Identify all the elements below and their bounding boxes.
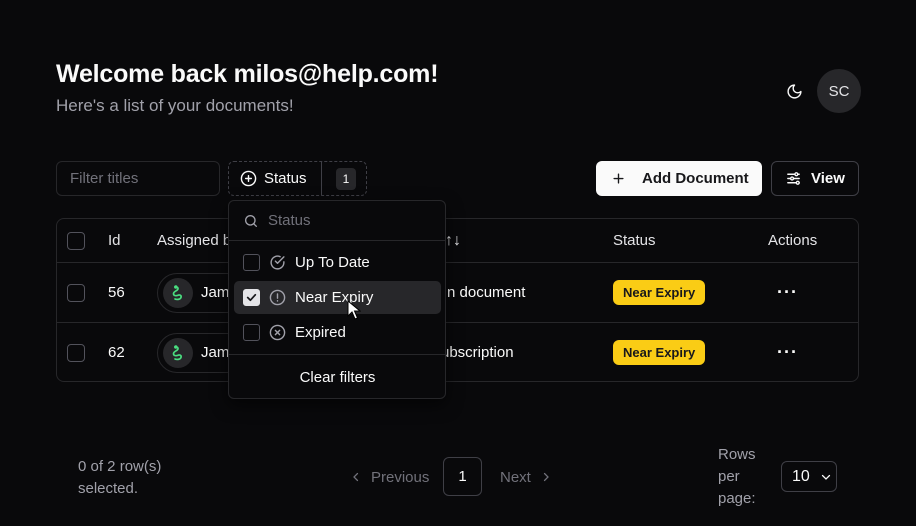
filter-titles-input[interactable]: [56, 161, 220, 196]
status-option-near-expiry[interactable]: Near Expiry: [234, 281, 441, 314]
assignee-avatar: [163, 337, 193, 368]
row-title: n document: [447, 284, 526, 301]
column-header-assigned[interactable]: Assigned b: [157, 219, 231, 262]
row-checkbox[interactable]: [67, 283, 85, 302]
select-all-checkbox[interactable]: [67, 231, 85, 250]
status-search-input[interactable]: [268, 212, 428, 229]
theme-toggle-button[interactable]: [778, 75, 810, 107]
row-id: 62: [108, 344, 125, 361]
page-title: Welcome back milos@help.com!: [56, 60, 439, 88]
option-checkbox[interactable]: [243, 324, 260, 341]
clear-filters-button[interactable]: Clear filters: [234, 361, 441, 394]
status-badge: Near Expiry: [613, 280, 706, 305]
snake-icon: [172, 284, 182, 300]
sort-icon[interactable]: ↑↓: [445, 219, 461, 262]
column-header-id[interactable]: Id: [108, 219, 121, 262]
add-document-button[interactable]: Add Document: [596, 161, 762, 196]
column-header-actions: Actions: [768, 232, 818, 249]
moon-icon: [786, 83, 802, 99]
status-filter-popover: Up To Date Near Expiry Expired Clear fil…: [228, 200, 446, 399]
chevron-down-icon: [821, 474, 830, 480]
status-badge: Near Expiry: [613, 340, 706, 365]
circle-check-icon: [270, 255, 285, 270]
rows-per-page-select[interactable]: 10: [781, 461, 837, 492]
table-row[interactable]: 62 Jame ubscription Near Expiry ···: [57, 323, 858, 381]
check-icon: [246, 293, 257, 302]
rows-per-page-label: Rows per page:: [718, 446, 756, 507]
popover-divider: [229, 354, 445, 355]
snake-icon: [172, 344, 182, 360]
sliders-icon: [787, 172, 800, 185]
next-label: Next: [500, 468, 531, 486]
row-actions-icon[interactable]: ···: [777, 342, 798, 363]
selection-summary: 0 of 2 row(s) selected.: [78, 458, 162, 497]
option-label: Expired: [295, 324, 346, 341]
page-number-button[interactable]: 1: [443, 457, 482, 496]
add-document-label: Add Document: [642, 170, 749, 187]
next-page-button[interactable]: Next: [500, 465, 552, 489]
documents-table: Id Assigned b ↑↓ Status Actions 56 Jame …: [56, 218, 859, 382]
option-checkbox[interactable]: [243, 254, 260, 271]
option-label: Near Expiry: [295, 289, 374, 306]
status-option-expired[interactable]: Expired: [234, 316, 441, 349]
previous-page-button[interactable]: Previous: [350, 465, 429, 489]
plus-icon: [613, 173, 624, 184]
status-filter-label: Status: [264, 170, 307, 187]
mouse-cursor-icon: [347, 299, 362, 325]
option-checkbox-checked[interactable]: [243, 289, 260, 306]
page-subtitle: Here's a list of your documents!: [56, 96, 294, 115]
plus-circle-icon: [240, 170, 257, 187]
row-title: ubscription: [441, 344, 514, 361]
chevron-left-icon: [353, 472, 359, 482]
row-checkbox[interactable]: [67, 343, 85, 362]
circle-alert-icon: [269, 289, 286, 306]
user-avatar[interactable]: SC: [817, 69, 861, 113]
table-header-row: Id Assigned b ↑↓ Status Actions: [57, 219, 858, 263]
status-search: [229, 201, 445, 241]
status-option-up-to-date[interactable]: Up To Date: [234, 246, 441, 279]
chevron-right-icon: [543, 472, 549, 482]
view-options-button[interactable]: View: [771, 161, 859, 196]
status-filter-count-badge: 1: [336, 167, 356, 190]
search-icon: [245, 214, 257, 227]
view-label: View: [811, 170, 845, 187]
column-header-status[interactable]: Status: [613, 219, 656, 262]
rows-per-page-value: 10: [792, 467, 810, 485]
option-label: Up To Date: [295, 254, 370, 271]
table-row[interactable]: 56 Jame n document Near Expiry ···: [57, 263, 858, 323]
previous-label: Previous: [371, 468, 430, 486]
assignee-avatar: [163, 277, 193, 308]
circle-x-icon: [269, 324, 286, 341]
row-id: 56: [108, 284, 125, 301]
row-actions-icon[interactable]: ···: [777, 282, 798, 303]
status-filter-button[interactable]: Status 1: [228, 161, 367, 196]
status-filter-divider: [321, 162, 322, 195]
